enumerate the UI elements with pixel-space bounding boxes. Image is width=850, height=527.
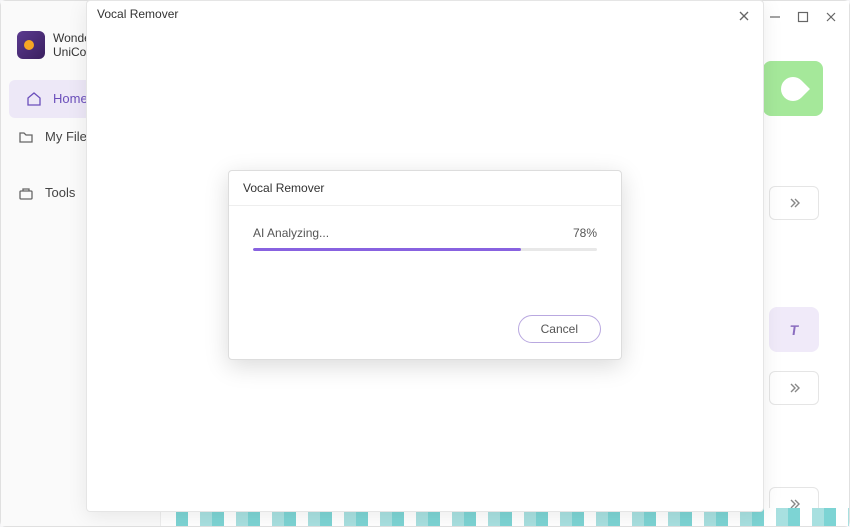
progress-percent: 78% bbox=[573, 226, 597, 240]
feature-tile-purple[interactable] bbox=[769, 307, 819, 352]
window-controls bbox=[767, 9, 839, 25]
modal-title: Vocal Remover bbox=[87, 1, 763, 27]
chevron-tile-1[interactable] bbox=[769, 186, 819, 220]
close-window-button[interactable] bbox=[823, 9, 839, 25]
feature-tile-green[interactable] bbox=[763, 61, 823, 116]
chevron-tile-2[interactable] bbox=[769, 371, 819, 405]
home-icon bbox=[25, 90, 43, 108]
progress-title: Vocal Remover bbox=[229, 171, 621, 206]
progress-dialog: Vocal Remover AI Analyzing... 78% Cancel bbox=[228, 170, 622, 360]
app-logo-icon bbox=[17, 31, 45, 59]
progress-status: AI Analyzing... bbox=[253, 226, 329, 240]
progress-bar bbox=[253, 248, 597, 251]
maximize-button[interactable] bbox=[795, 9, 811, 25]
cancel-button[interactable]: Cancel bbox=[518, 315, 601, 343]
sidebar-item-label: My File bbox=[45, 129, 87, 144]
sidebar-item-label: Tools bbox=[45, 185, 75, 200]
sidebar-item-label: Home bbox=[53, 91, 88, 106]
close-icon[interactable] bbox=[735, 7, 753, 25]
progress-bar-fill bbox=[253, 248, 521, 251]
progress-body: AI Analyzing... 78% bbox=[229, 206, 621, 315]
minimize-button[interactable] bbox=[767, 9, 783, 25]
progress-row: AI Analyzing... 78% bbox=[253, 226, 597, 240]
toolbox-icon bbox=[17, 184, 35, 202]
progress-footer: Cancel bbox=[229, 315, 621, 359]
folder-icon bbox=[17, 128, 35, 146]
